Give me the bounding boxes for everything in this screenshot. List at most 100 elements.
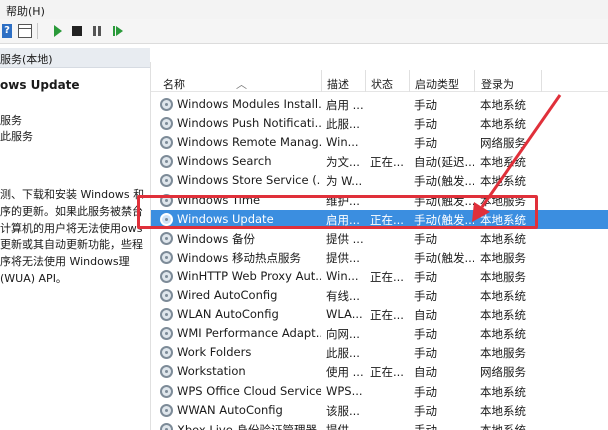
service-row[interactable]: WLAN AutoConfig WLA... 正在... 自动 本地系统 xyxy=(151,305,608,324)
service-description-cell: 启用 ... xyxy=(326,98,364,112)
service-name: Windows Store Service (... xyxy=(177,173,321,188)
service-status: 正在... xyxy=(370,269,404,284)
gear-icon xyxy=(160,98,173,111)
service-startup-type: 手动 xyxy=(414,231,437,246)
service-logon-as: 本地系统 xyxy=(480,384,526,399)
service-logon-as: 本地系统 xyxy=(480,403,526,418)
column-logon-as[interactable]: 登录为 xyxy=(481,76,514,92)
panel-header: 服务(本地) xyxy=(0,48,150,68)
service-startup-type: 手动(触发... xyxy=(414,250,474,265)
column-description[interactable]: 描述 xyxy=(327,76,349,92)
service-logon-as: 本地系统 xyxy=(480,289,526,303)
service-logon-as: 本地服务 xyxy=(480,250,526,265)
column-divider[interactable] xyxy=(474,70,475,92)
start-service-link[interactable]: 服务 xyxy=(0,112,22,128)
panel-header-label: 服务(本地) xyxy=(0,53,53,66)
service-row[interactable]: Windows 移动热点服务 提供... 手动(触发... 本地服务 xyxy=(151,248,608,267)
service-startup-type: 手动 xyxy=(414,384,437,399)
help-icon[interactable]: ? xyxy=(2,24,12,38)
service-description-cell: 为 W... xyxy=(326,174,363,189)
service-row[interactable]: Windows Search 为文... 正在... 自动(延迟... 本地系统 xyxy=(151,152,608,171)
service-row[interactable]: Work Folders 此服... 手动 本地服务 xyxy=(151,343,608,362)
service-name: WPS Office Cloud Service xyxy=(177,383,321,398)
service-description-cell: 该服... xyxy=(326,403,360,418)
service-description: 测、下载和安装 Windows 和序的更新。如果此服务被禁台计算机的用户将无法使… xyxy=(0,188,145,285)
toolbar: ? xyxy=(0,19,608,44)
column-divider[interactable] xyxy=(409,70,410,92)
column-status[interactable]: 状态 xyxy=(371,76,393,92)
gear-icon xyxy=(160,136,173,150)
column-divider[interactable] xyxy=(541,70,542,92)
service-logon-as: 本地系统 xyxy=(480,155,526,170)
service-startup-type: 手动 xyxy=(414,289,437,303)
service-name: WMI Performance Adapt... xyxy=(177,326,321,341)
service-description-cell: 为文... xyxy=(326,155,360,170)
services-list: ︿ 名称 描述 状态 启动类型 登录为 Windows Modules Inst… xyxy=(150,62,608,430)
service-title: ows Update xyxy=(0,78,80,92)
service-row[interactable]: Windows Modules Install... 启用 ... 手动 本地系统 xyxy=(151,95,608,114)
service-row[interactable]: Xbox Live 身份验证管理器 提供... 手动 本地系统 xyxy=(151,420,608,430)
highlight-box xyxy=(137,195,538,229)
service-startup-type: 自动 xyxy=(414,365,437,380)
service-description-cell: 提供... xyxy=(326,422,360,430)
column-startup-type[interactable]: 启动类型 xyxy=(415,76,459,92)
service-startup-type: 自动 xyxy=(414,308,437,323)
service-logon-as: 本地系统 xyxy=(480,308,526,323)
service-name: WWAN AutoConfig xyxy=(177,402,283,417)
service-row[interactable]: Windows 备份 提供 ... 手动 本地系统 xyxy=(151,229,608,248)
service-logon-as: 本地服务 xyxy=(480,346,526,361)
column-header: ︿ 名称 描述 状态 启动类型 登录为 xyxy=(151,70,608,92)
service-name: Xbox Live 身份验证管理器 xyxy=(177,422,317,430)
service-name: WLAN AutoConfig xyxy=(177,307,279,322)
column-divider[interactable] xyxy=(321,70,322,92)
service-description-cell: WLA... xyxy=(326,307,363,322)
column-name[interactable]: 名称 xyxy=(163,76,185,92)
service-row[interactable]: Wired AutoConfig 有线... 手动 本地系统 xyxy=(151,286,608,305)
service-description-cell: 提供 ... xyxy=(326,231,364,246)
service-logon-as: 网络服务 xyxy=(480,136,526,151)
service-logon-as: 网络服务 xyxy=(480,365,526,380)
service-name: Workstation xyxy=(177,364,246,379)
service-description-cell: 向网... xyxy=(326,327,360,342)
service-row[interactable]: WPS Office Cloud Service WPS... 手动 本地系统 xyxy=(151,382,608,401)
service-name: Windows Search xyxy=(177,154,272,169)
gear-icon xyxy=(160,346,173,360)
service-row[interactable]: Workstation 使用 ... 正在... 自动 网络服务 xyxy=(151,362,608,381)
column-divider[interactable] xyxy=(365,70,366,92)
service-description-cell: Win... xyxy=(326,135,359,150)
service-row[interactable]: WinHTTP Web Proxy Aut... Win... 正在... 手动 本地服… xyxy=(151,267,608,286)
gear-icon xyxy=(160,403,173,417)
service-logon-as: 本地系统 xyxy=(480,231,526,246)
restart-service-icon[interactable] xyxy=(113,26,123,36)
service-row[interactable]: Windows Remote Manag... Win... 手动 网络服务 xyxy=(151,133,608,152)
gear-icon xyxy=(160,384,173,398)
service-status: 正在... xyxy=(370,365,404,380)
start-service-icon[interactable] xyxy=(54,25,62,37)
stop-service-icon[interactable] xyxy=(72,26,82,36)
service-row[interactable]: Windows Store Service (... 为 W... 手动(触发...… xyxy=(151,171,608,190)
service-description-cell: WPS... xyxy=(326,383,363,398)
gear-icon xyxy=(160,327,173,341)
menu-help[interactable]: 帮助(H) xyxy=(6,3,45,19)
service-name: Work Folders xyxy=(177,345,252,360)
gear-icon xyxy=(160,231,173,245)
service-name: Wired AutoConfig xyxy=(177,288,278,302)
restart-service-link[interactable]: 此服务 xyxy=(0,128,33,144)
service-description-cell: 此服... xyxy=(326,346,360,361)
service-logon-as: 本地服务 xyxy=(480,269,526,284)
service-name: Windows Push Notificati... xyxy=(177,116,321,131)
service-row[interactable]: Windows Push Notificati... 此服... 手动 本地系统 xyxy=(151,114,608,133)
service-row[interactable]: WWAN AutoConfig 该服... 手动 本地系统 xyxy=(151,401,608,420)
service-description-cell: 此服... xyxy=(326,117,360,132)
pause-service-icon[interactable] xyxy=(93,26,101,36)
service-row[interactable]: WMI Performance Adapt... 向网... 手动 本地系统 xyxy=(151,324,608,343)
properties-icon[interactable] xyxy=(18,24,32,38)
service-logon-as: 本地系统 xyxy=(480,174,526,189)
gear-icon xyxy=(160,365,173,379)
service-logon-as: 本地系统 xyxy=(480,327,526,342)
gear-icon xyxy=(160,308,173,322)
service-logon-as: 本地系统 xyxy=(480,422,526,430)
service-startup-type: 手动 xyxy=(414,136,437,151)
service-startup-type: 手动(触发... xyxy=(414,174,474,189)
service-logon-as: 本地系统 xyxy=(480,117,526,132)
